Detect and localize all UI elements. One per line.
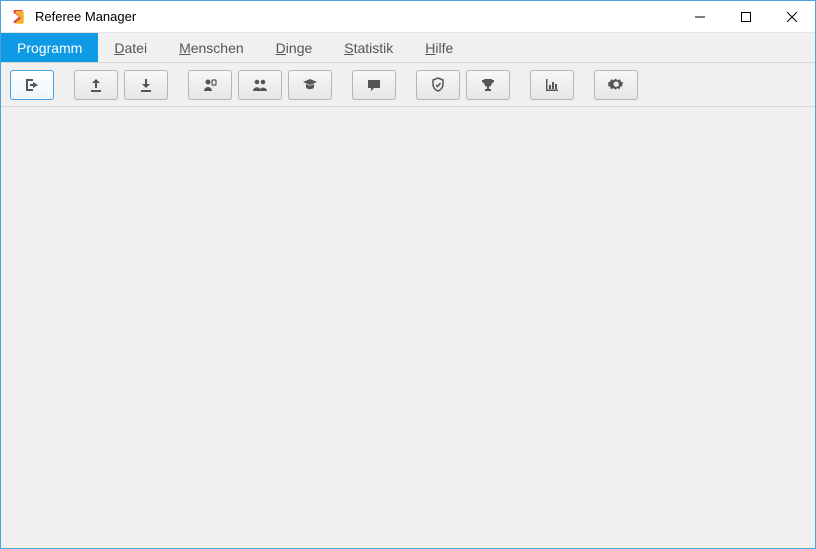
exit-button[interactable] (10, 70, 54, 100)
toolbar (1, 63, 815, 107)
menu-menschen[interactable]: Menschen (163, 33, 260, 62)
minimize-button[interactable] (677, 1, 723, 32)
shield-icon (430, 77, 446, 93)
toolbar-separator (513, 84, 527, 85)
toolbar-separator (171, 84, 185, 85)
referees-button[interactable] (188, 70, 232, 100)
menu-datei[interactable]: Datei (98, 33, 163, 62)
graduate-icon (302, 77, 318, 93)
close-icon (787, 12, 797, 22)
download-button[interactable] (124, 70, 168, 100)
gear-icon (608, 77, 624, 93)
statistics-button[interactable] (530, 70, 574, 100)
trophy-icon (480, 77, 496, 93)
toolbar-separator (399, 84, 413, 85)
tournaments-button[interactable] (466, 70, 510, 100)
trainees-button[interactable] (288, 70, 332, 100)
content-area (1, 107, 815, 548)
menu-hilfe[interactable]: Hilfe (409, 33, 469, 62)
referee-icon (202, 77, 218, 93)
close-button[interactable] (769, 1, 815, 32)
menu-programm[interactable]: Programm (1, 33, 98, 62)
settings-button[interactable] (594, 70, 638, 100)
upload-button[interactable] (74, 70, 118, 100)
menu-statistik[interactable]: Statistik (328, 33, 409, 62)
people-icon (252, 77, 268, 93)
toolbar-separator (577, 84, 591, 85)
menubar: ProgrammDateiMenschenDingeStatistikHilfe (1, 33, 815, 63)
people-button[interactable] (238, 70, 282, 100)
messages-button[interactable] (352, 70, 396, 100)
toolbar-separator (335, 84, 349, 85)
titlebar: Referee Manager (1, 1, 815, 33)
maximize-icon (741, 12, 751, 22)
message-icon (366, 77, 382, 93)
window-controls (677, 1, 815, 32)
upload-icon (88, 77, 104, 93)
menu-dinge[interactable]: Dinge (260, 33, 329, 62)
exit-icon (24, 77, 40, 93)
app-icon (11, 9, 27, 25)
chart-icon (544, 77, 560, 93)
toolbar-separator (57, 84, 71, 85)
leagues-button[interactable] (416, 70, 460, 100)
minimize-icon (695, 12, 705, 22)
maximize-button[interactable] (723, 1, 769, 32)
window-title: Referee Manager (35, 9, 677, 24)
download-icon (138, 77, 154, 93)
app-window: Referee Manager ProgrammDateiMenschenDin… (0, 0, 816, 549)
